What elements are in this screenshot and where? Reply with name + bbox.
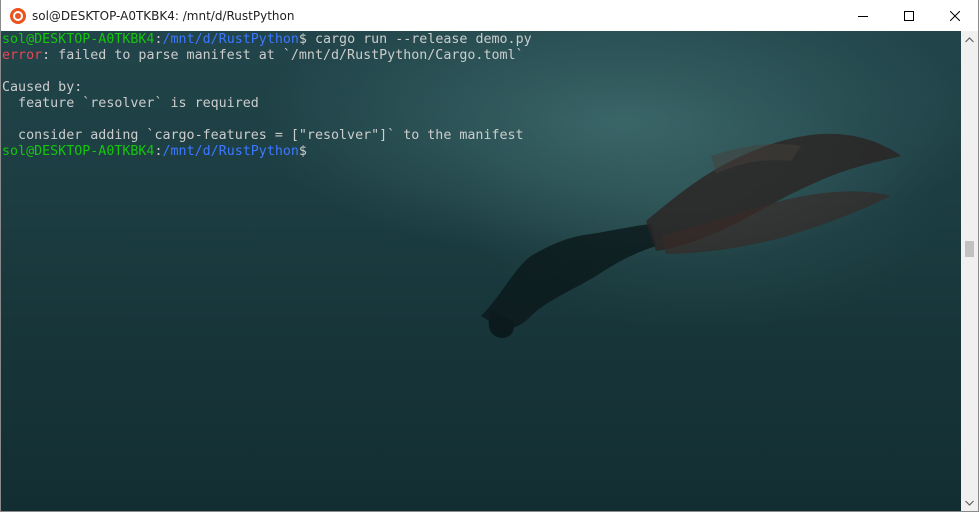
close-icon — [950, 10, 960, 21]
terminal-output: sol@DESKTOP-A0TKBK4:/mnt/d/RustPython$ c… — [2, 32, 532, 160]
prompt-user: sol@DESKTOP-A0TKBK4 — [2, 32, 155, 47]
prompt-separator: : — [154, 144, 163, 159]
prompt-dollar: $ — [298, 32, 307, 47]
ubuntu-icon[interactable] — [10, 7, 26, 24]
minimize-button[interactable] — [840, 0, 886, 31]
error-message: : failed to parse manifest at `/mnt/d/Ru… — [42, 48, 524, 63]
window-controls — [840, 0, 978, 31]
prompt-path: /mnt/d/RustPython — [162, 32, 299, 47]
scroll-up-button[interactable] — [961, 31, 978, 48]
maximize-icon — [904, 10, 914, 21]
error-label: error — [2, 48, 43, 63]
terminal-line-command: sol@DESKTOP-A0TKBK4:/mnt/d/RustPython$ c… — [2, 32, 532, 48]
vertical-scrollbar[interactable] — [961, 31, 978, 511]
prompt-separator: : — [154, 32, 163, 47]
scroll-down-arrow-icon — [965, 500, 974, 506]
title-bar[interactable]: sol@DESKTOP-A0TKBK4: /mnt/d/RustPython — [1, 0, 978, 31]
terminal-area[interactable]: sol@DESKTOP-A0TKBK4:/mnt/d/RustPython$ c… — [1, 31, 961, 511]
terminal-line-prompt: sol@DESKTOP-A0TKBK4:/mnt/d/RustPython$ — [2, 144, 532, 160]
window-title: sol@DESKTOP-A0TKBK4: /mnt/d/RustPython — [32, 8, 295, 23]
maximize-button[interactable] — [886, 0, 932, 31]
terminal-line-error: error: failed to parse manifest at `/mnt… — [2, 48, 532, 64]
terminal-window: sol@DESKTOP-A0TKBK4: /mnt/d/RustPython s… — [0, 0, 979, 512]
terminal-line-feature: feature `resolver` is required — [2, 96, 259, 111]
terminal-line-hint: consider adding `cargo-features = ["reso… — [2, 128, 524, 143]
close-button[interactable] — [932, 0, 978, 31]
terminal-line-caused-by: Caused by: — [2, 80, 83, 95]
scroll-up-arrow-icon — [965, 36, 974, 42]
scroll-down-button[interactable] — [961, 494, 978, 511]
scroll-thumb[interactable] — [965, 241, 974, 257]
prompt-user: sol@DESKTOP-A0TKBK4 — [2, 144, 155, 159]
command-text: cargo run --release demo.py — [306, 32, 532, 47]
background-swimmer-image — [481, 133, 901, 338]
prompt-path: /mnt/d/RustPython — [162, 144, 299, 159]
minimize-icon — [858, 15, 868, 17]
prompt-dollar: $ — [298, 144, 307, 159]
